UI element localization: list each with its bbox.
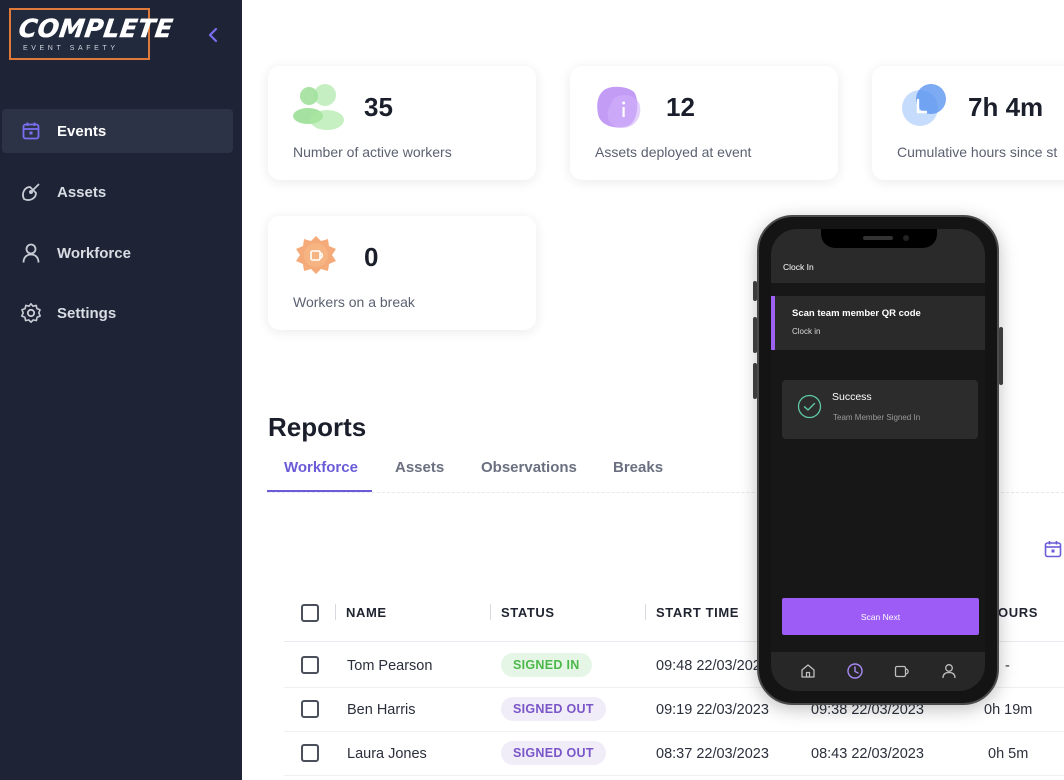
workers-icon [292,82,348,136]
clock-icon [896,82,952,136]
calendar-icon [1044,541,1062,558]
sidebar-item-events[interactable]: Events [2,109,233,153]
stat-value: 0 [364,242,379,272]
row-checkbox[interactable] [301,656,319,674]
home-icon[interactable] [799,662,817,680]
sidebar-item-assets[interactable]: Assets [2,170,233,214]
table-row[interactable]: Laura Jones SIGNED OUT 08:37 22/03/2023 … [284,732,1064,776]
user-icon[interactable] [940,662,958,680]
cell-end-time: 08:43 22/03/2023 [811,746,924,762]
tab-assets[interactable]: Assets [395,459,444,476]
info-icon [594,82,650,136]
cell-name: Ben Harris [347,702,416,718]
calendar-icon [19,119,43,143]
cell-name: Tom Pearson [347,658,433,674]
column-header-name[interactable]: NAME [346,605,387,620]
check-circle-icon [797,394,822,419]
scan-qr-panel[interactable]: Scan team member QR code Clock in [771,296,985,350]
sidebar-item-workforce[interactable]: Workforce [2,231,233,275]
sidebar-item-label: Assets [57,183,107,201]
satellite-icon [19,180,43,204]
success-title: Success [832,391,872,403]
column-header-status[interactable]: STATUS [501,605,555,620]
cell-hours: 0h 19m [984,702,1033,718]
scan-subtitle: Clock in [792,327,821,336]
sidebar-item-label: Events [57,122,107,140]
phone-tab-bar [771,652,985,691]
stat-label: Assets deployed at event [595,144,752,160]
user-icon [19,241,43,265]
gear-icon [19,301,43,325]
sidebar-item-label: Workforce [57,244,131,262]
scan-next-button[interactable]: Scan Next [782,598,979,635]
stat-card-on-break: 0 Workers on a break [268,216,536,330]
success-subtitle: Team Member Signed In [833,413,921,422]
stat-value: 7h 4m [968,92,1044,122]
scan-title: Scan team member QR code [792,308,921,319]
stat-label: Workers on a break [293,294,415,310]
stat-card-active-workers: 35 Number of active workers [268,66,536,180]
column-divider [335,604,336,620]
brand-logo[interactable]: COMPLETE EVENT SAFETY [9,8,175,60]
camera [903,235,909,241]
row-checkbox[interactable] [301,700,319,718]
status-badge: SIGNED OUT [501,697,606,721]
status-badge: SIGNED OUT [501,741,606,765]
column-divider [490,604,491,620]
phone-volume-up [753,317,757,353]
date-filter-button[interactable] [1044,540,1062,558]
phone-mockup: Clock In Scan team member QR code Clock … [753,215,1003,705]
tab-breaks[interactable]: Breaks [613,459,663,476]
speaker [863,236,893,240]
sidebar: COMPLETE EVENT SAFETY Events Assets Work… [0,0,242,780]
reports-title: Reports [268,412,367,442]
phone-power-button [999,327,1003,385]
cell-name: Laura Jones [347,746,427,762]
cell-start-time: 08:37 22/03/2023 [656,746,769,762]
active-tab-indicator [267,490,372,492]
phone-volume-down [753,363,757,399]
column-header-start-time[interactable]: START TIME [656,605,739,620]
status-badge: SIGNED IN [501,653,592,677]
phone-screen: Clock In Scan team member QR code Clock … [771,229,985,691]
collapse-sidebar-button[interactable] [203,24,223,46]
phone-mute-switch [753,281,757,301]
clock-icon[interactable] [846,662,864,680]
column-divider [645,604,646,620]
tab-observations[interactable]: Observations [481,459,577,476]
cell-hours: - [1005,658,1010,674]
column-header-hours[interactable]: OURS [998,605,1038,620]
stat-card-hours: 7h 4m Cumulative hours since st [872,66,1064,180]
cell-start-time: 09:19 22/03/2023 [656,702,769,718]
cell-hours: 0h 5m [988,746,1029,762]
stat-value: 12 [666,92,695,122]
phone-screen-title: Clock In [783,262,814,272]
chevron-left-icon [208,27,218,43]
stat-card-assets: 12 Assets deployed at event [570,66,838,180]
select-all-checkbox[interactable] [301,604,319,622]
sidebar-item-label: Settings [57,304,117,322]
stat-value: 35 [364,92,393,122]
coffee-icon[interactable] [893,662,911,680]
coffee-icon [292,232,348,286]
stat-label: Cumulative hours since st [897,144,1058,160]
tab-workforce[interactable]: Workforce [284,459,358,476]
brand-tagline: EVENT SAFETY [23,45,119,52]
sidebar-item-settings[interactable]: Settings [2,291,233,335]
row-checkbox[interactable] [301,744,319,762]
phone-notch [821,229,937,248]
cell-start-time: 09:48 22/03/2023 [656,658,769,674]
success-message: Success Team Member Signed In [782,380,978,439]
stat-label: Number of active workers [293,144,452,160]
brand-name: COMPLETE [16,14,175,43]
